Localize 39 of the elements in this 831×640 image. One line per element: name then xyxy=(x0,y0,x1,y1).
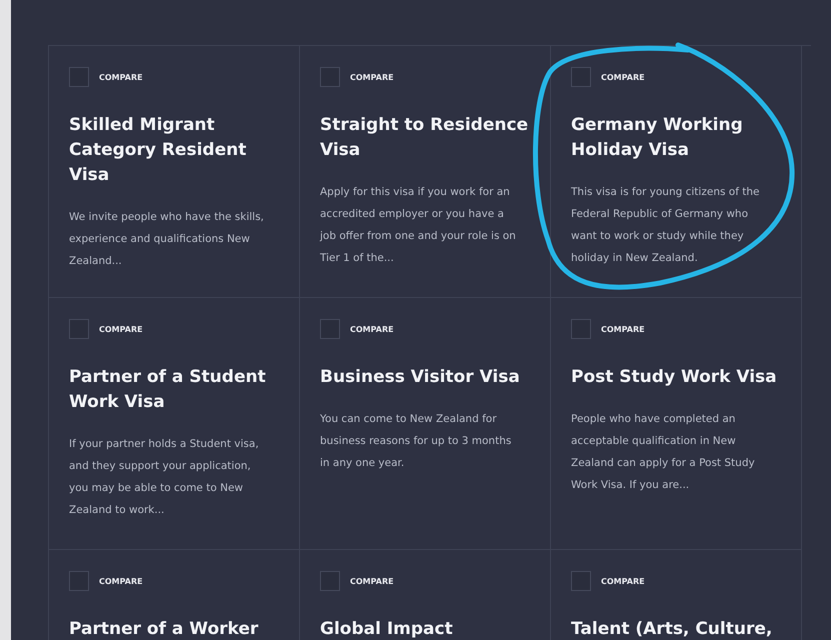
compare-checkbox[interactable] xyxy=(69,571,89,591)
visa-title[interactable]: Global Impact xyxy=(320,617,534,640)
compare-label[interactable]: COMPARE xyxy=(99,72,143,82)
visa-card[interactable]: COMPARE Germany Working Holiday Visa This visa is for young citizens of the Federal Republic of Germany who want to work or study while they holiday in New Zealand. xyxy=(551,46,802,298)
visa-title[interactable]: Talent (Arts, Culture, xyxy=(571,617,785,640)
visa-title[interactable]: Germany Working Holiday Visa xyxy=(571,113,785,163)
visa-title[interactable]: Partner of a Student Work Visa xyxy=(69,365,283,415)
visa-card[interactable]: COMPARE Partner of a Student Work Visa If your partner holds a Student visa, and they support your application, you may be able to come to New Zealand to work... xyxy=(49,298,300,550)
compare-checkbox[interactable] xyxy=(69,319,89,339)
visa-title[interactable]: Skilled Migrant Category Resident Visa xyxy=(69,113,283,188)
compare-label[interactable]: COMPARE xyxy=(99,576,143,586)
visa-description: If your partner holds a Student visa, and they support your application, you may be able to come to New Zealand to work... xyxy=(69,437,260,518)
visa-card[interactable]: COMPARE Straight to Residence Visa Apply for this visa if you work for an accredited employer or you have a job offer from one and your role is on Tier 1 of the... xyxy=(300,46,551,298)
visa-description: Apply for this visa if you work for an accredited employer or you have a job offer from one and your role is on Tier 1 of the... xyxy=(320,185,517,266)
compare-label[interactable]: COMPARE xyxy=(601,576,645,586)
visa-description: This visa is for young citizens of the Federal Republic of Germany who want to work or study while they holiday in New Zealand. xyxy=(571,185,760,266)
compare-checkbox[interactable] xyxy=(571,571,591,591)
compare-label[interactable]: COMPARE xyxy=(601,72,645,82)
visa-title[interactable]: Partner of a Worker xyxy=(69,617,283,640)
visa-description: People who have completed an acceptable qualification in New Zealand can apply for a Post Study Work Visa. If you are... xyxy=(571,412,756,493)
visa-card[interactable]: COMPARE Business Visitor Visa You can come to New Zealand for business reasons for up to 3 months in any one year. xyxy=(300,298,551,550)
compare-label[interactable]: COMPARE xyxy=(99,324,143,334)
compare-checkbox[interactable] xyxy=(571,67,591,87)
compare-checkbox[interactable] xyxy=(571,319,591,339)
compare-checkbox[interactable] xyxy=(320,67,340,87)
visa-title[interactable]: Post Study Work Visa xyxy=(571,365,785,390)
visa-title[interactable]: Straight to Residence Visa xyxy=(320,113,534,163)
visa-card[interactable]: COMPARE Post Study Work Visa People who have completed an acceptable qualification in New Zealand can apply for a Post Study Work Visa. If you are... xyxy=(551,298,802,550)
compare-label[interactable]: COMPARE xyxy=(601,324,645,334)
compare-checkbox[interactable] xyxy=(320,571,340,591)
visa-title[interactable]: Business Visitor Visa xyxy=(320,365,534,390)
compare-label[interactable]: COMPARE xyxy=(350,324,394,334)
visa-description: You can come to New Zealand for business reasons for up to 3 months in any one year. xyxy=(320,412,512,471)
compare-checkbox[interactable] xyxy=(320,319,340,339)
visa-description: We invite people who have the skills, experience and qualifications New Zealand... xyxy=(69,210,265,269)
compare-label[interactable]: COMPARE xyxy=(350,72,394,82)
compare-label[interactable]: COMPARE xyxy=(350,576,394,586)
compare-checkbox[interactable] xyxy=(69,67,89,87)
visa-card[interactable]: COMPARE Skilled Migrant Category Resident Visa We invite people who have the skills, experience and qualifications New Zealand... xyxy=(49,46,300,298)
